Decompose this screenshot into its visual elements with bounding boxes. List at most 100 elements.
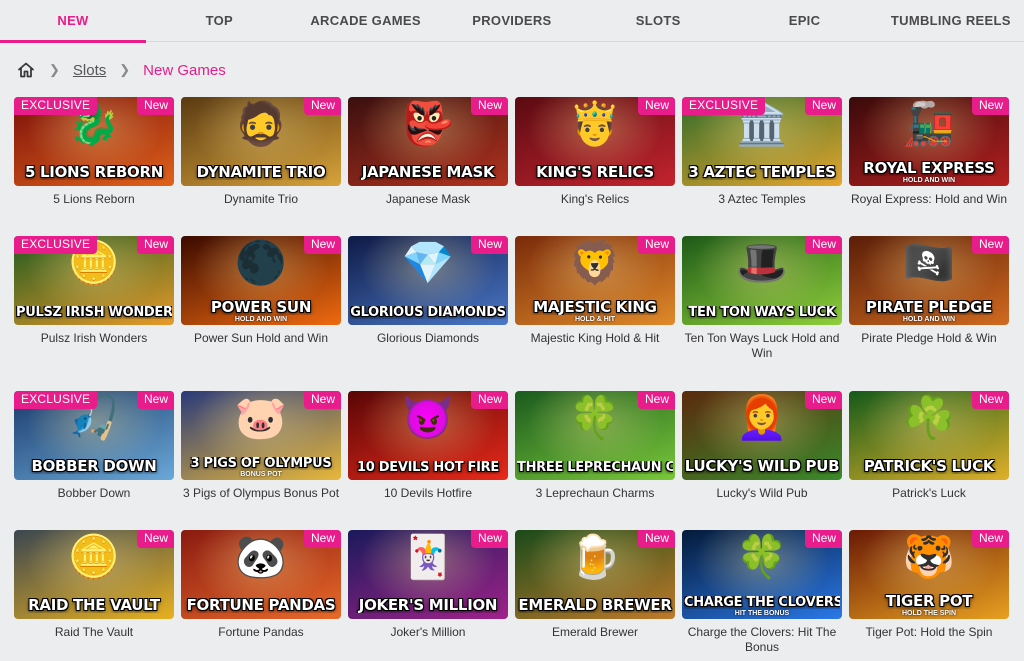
game-title[interactable]: Lucky's Wild Pub bbox=[682, 486, 842, 501]
game-title[interactable]: Fortune Pandas bbox=[181, 625, 341, 640]
game-logo: EMERALD BREWER bbox=[518, 598, 672, 613]
game-tile[interactable]: 🏛️ 3 AZTEC TEMPLES New EXCLUSIVE 3 Aztec Tem… bbox=[682, 97, 842, 207]
game-title[interactable]: Charge the Clovers: Hit The Bonus bbox=[682, 625, 842, 655]
game-title[interactable]: 3 Pigs of Olympus Bonus Pot bbox=[181, 486, 341, 501]
tab-tumbling-reels[interactable]: TUMBLING REELS bbox=[878, 0, 1024, 42]
game-thumbnail[interactable]: 🌑 POWER SUN HOLD AND WIN New bbox=[181, 236, 341, 325]
game-title[interactable]: Pirate Pledge Hold & Win bbox=[849, 331, 1009, 346]
tab-top[interactable]: TOP bbox=[146, 0, 292, 42]
game-title[interactable]: King's Relics bbox=[515, 192, 675, 207]
game-tile[interactable]: 🐯 TIGER POT HOLD THE SPIN New Tiger Pot: Hol… bbox=[849, 530, 1009, 640]
game-thumbnail[interactable]: ☘️ PATRICK'S LUCK New bbox=[849, 391, 1009, 480]
new-badge: New bbox=[470, 97, 508, 115]
game-art-icon: 🐷 bbox=[234, 394, 288, 441]
game-tile[interactable]: 🐷 3 PIGS OF OLYMPUS BONUS POT New 3 Pigs of … bbox=[181, 391, 341, 501]
new-badge: New bbox=[804, 236, 842, 254]
game-thumbnail[interactable]: 🐼 FORTUNE PANDAS New bbox=[181, 530, 341, 619]
tab-slots[interactable]: SLOTS bbox=[585, 0, 731, 42]
game-tile[interactable]: 🏴‍☠️ PIRATE PLEDGE HOLD AND WIN New Pirate P… bbox=[849, 236, 1009, 346]
game-title[interactable]: 10 Devils Hotfire bbox=[348, 486, 508, 501]
exclusive-badge: EXCLUSIVE bbox=[14, 391, 98, 409]
game-title[interactable]: 3 Aztec Temples bbox=[682, 192, 842, 207]
game-logo-subtitle: HOLD AND WIN bbox=[234, 316, 288, 323]
game-art-icon: 🍀 bbox=[735, 533, 789, 580]
game-title[interactable]: Bobber Down bbox=[14, 486, 174, 501]
game-thumbnail[interactable]: 💎 GLORIOUS DIAMONDS New bbox=[348, 236, 508, 325]
new-badge: New bbox=[971, 391, 1009, 409]
game-art-icon: 🃏 bbox=[401, 533, 455, 580]
game-tile[interactable]: 🍀 THREE LEPRECHAUN CHARMS New 3 Leprechaun … bbox=[515, 391, 675, 501]
game-title[interactable]: Ten Ton Ways Luck Hold and Win bbox=[682, 331, 842, 361]
chevron-right-icon: ❯ bbox=[49, 62, 60, 77]
tab-providers[interactable]: PROVIDERS bbox=[439, 0, 585, 42]
game-tile[interactable]: 🤴 KING'S RELICS New King's Relics bbox=[515, 97, 675, 207]
game-tile[interactable]: 🍺 EMERALD BREWER New Emerald Brewer bbox=[515, 530, 675, 640]
game-thumbnail[interactable]: 🐯 TIGER POT HOLD THE SPIN New bbox=[849, 530, 1009, 619]
game-tile[interactable]: 🌑 POWER SUN HOLD AND WIN New Power Sun Hold … bbox=[181, 236, 341, 346]
game-tile[interactable]: 🦁 MAJESTIC KING HOLD & HIT New Majestic King… bbox=[515, 236, 675, 346]
home-icon[interactable] bbox=[16, 60, 36, 80]
game-tile[interactable]: 🪙 RAID THE VAULT New Raid The Vault bbox=[14, 530, 174, 640]
game-title[interactable]: Raid The Vault bbox=[14, 625, 174, 640]
game-title[interactable]: Power Sun Hold and Win bbox=[181, 331, 341, 346]
game-title[interactable]: Dynamite Trio bbox=[181, 192, 341, 207]
tab-arcade-games[interactable]: ARCADE GAMES bbox=[293, 0, 439, 42]
game-title[interactable]: Tiger Pot: Hold the Spin bbox=[849, 625, 1009, 640]
game-thumbnail[interactable]: 🍀 THREE LEPRECHAUN CHARMS New bbox=[515, 391, 675, 480]
game-thumbnail[interactable]: 🤴 KING'S RELICS New bbox=[515, 97, 675, 186]
game-thumbnail[interactable]: 🧔 DYNAMITE TRIO New bbox=[181, 97, 341, 186]
new-badge: New bbox=[303, 236, 341, 254]
game-title[interactable]: Majestic King Hold & Hit bbox=[515, 331, 675, 346]
game-tile[interactable]: 👺 JAPANESE MASK New Japanese Mask bbox=[348, 97, 508, 207]
game-tile[interactable]: 🚂 ROYAL EXPRESS HOLD AND WIN New Royal Expre… bbox=[849, 97, 1009, 207]
new-badge: New bbox=[303, 97, 341, 115]
new-badge: New bbox=[136, 530, 174, 548]
game-tile[interactable]: 🐉 5 LIONS REBORN New EXCLUSIVE 5 Lions Rebor… bbox=[14, 97, 174, 207]
game-tile[interactable]: 🐼 FORTUNE PANDAS New Fortune Pandas bbox=[181, 530, 341, 640]
game-thumbnail[interactable]: 🏛️ 3 AZTEC TEMPLES New EXCLUSIVE bbox=[682, 97, 842, 186]
game-tile[interactable]: 🪙 PULSZ IRISH WONDERS New EXCLUSIVE Pulsz Ir… bbox=[14, 236, 174, 346]
game-thumbnail[interactable]: 🦁 MAJESTIC KING HOLD & HIT New bbox=[515, 236, 675, 325]
game-thumbnail[interactable]: 😈 10 DEVILS HOT FIRE New bbox=[348, 391, 508, 480]
game-title[interactable]: Patrick's Luck bbox=[849, 486, 1009, 501]
game-thumbnail[interactable]: 🐉 5 LIONS REBORN New EXCLUSIVE bbox=[14, 97, 174, 186]
game-thumbnail[interactable]: 🎣 BOBBER DOWN New EXCLUSIVE bbox=[14, 391, 174, 480]
game-title[interactable]: 3 Leprechaun Charms bbox=[515, 486, 675, 501]
game-thumbnail[interactable]: 🐷 3 PIGS OF OLYMPUS BONUS POT New bbox=[181, 391, 341, 480]
game-title[interactable]: 5 Lions Reborn bbox=[14, 192, 174, 207]
breadcrumb-slots-link[interactable]: Slots bbox=[73, 62, 106, 79]
game-title[interactable]: Pulsz Irish Wonders bbox=[14, 331, 174, 346]
game-title[interactable]: Emerald Brewer bbox=[515, 625, 675, 640]
game-logo: JAPANESE MASK bbox=[361, 165, 495, 180]
game-tile[interactable]: 🃏 JOKER'S MILLION New Joker's Million bbox=[348, 530, 508, 640]
tab-epic[interactable]: EPIC bbox=[732, 0, 878, 42]
game-thumbnail[interactable]: 🪙 RAID THE VAULT New bbox=[14, 530, 174, 619]
game-thumbnail[interactable]: 🎩 TEN TON WAYS LUCK New bbox=[682, 236, 842, 325]
game-tile[interactable]: 🍀 CHARGE THE CLOVERS HIT THE BONUS New Charg… bbox=[682, 530, 842, 655]
game-thumbnail[interactable]: 👺 JAPANESE MASK New bbox=[348, 97, 508, 186]
category-tabs: NEW TOP ARCADE GAMES PROVIDERS SLOTS EPIC TUMB… bbox=[0, 0, 1024, 43]
game-logo-subtitle: HIT THE BONUS bbox=[734, 610, 790, 617]
game-thumbnail[interactable]: 🪙 PULSZ IRISH WONDERS New EXCLUSIVE bbox=[14, 236, 174, 325]
game-title[interactable]: Royal Express: Hold and Win bbox=[849, 192, 1009, 207]
game-title[interactable]: Joker's Million bbox=[348, 625, 508, 640]
new-badge: New bbox=[470, 236, 508, 254]
game-tile[interactable]: 😈 10 DEVILS HOT FIRE New 10 Devils Hotfire bbox=[348, 391, 508, 501]
game-title[interactable]: Japanese Mask bbox=[348, 192, 508, 207]
game-thumbnail[interactable]: 🚂 ROYAL EXPRESS HOLD AND WIN New bbox=[849, 97, 1009, 186]
game-thumbnail[interactable]: 👩‍🦰 LUCKY'S WILD PUB New bbox=[682, 391, 842, 480]
game-tile[interactable]: 🎩 TEN TON WAYS LUCK New Ten Ton Ways Luck H… bbox=[682, 236, 842, 361]
game-tile[interactable]: 💎 GLORIOUS DIAMONDS New Glorious Diamonds bbox=[348, 236, 508, 346]
game-title[interactable]: Glorious Diamonds bbox=[348, 331, 508, 346]
game-thumbnail[interactable]: 🃏 JOKER'S MILLION New bbox=[348, 530, 508, 619]
game-thumbnail[interactable]: 🏴‍☠️ PIRATE PLEDGE HOLD AND WIN New bbox=[849, 236, 1009, 325]
game-tile[interactable]: 🎣 BOBBER DOWN New EXCLUSIVE Bobber Down bbox=[14, 391, 174, 501]
game-tile[interactable]: 🧔 DYNAMITE TRIO New Dynamite Trio bbox=[181, 97, 341, 207]
tab-new[interactable]: NEW bbox=[0, 0, 146, 43]
game-logo: CHARGE THE CLOVERS bbox=[684, 596, 840, 609]
game-thumbnail[interactable]: 🍀 CHARGE THE CLOVERS HIT THE BONUS New bbox=[682, 530, 842, 619]
game-tile[interactable]: 👩‍🦰 LUCKY'S WILD PUB New Lucky's Wild Pub bbox=[682, 391, 842, 501]
game-tile[interactable]: ☘️ PATRICK'S LUCK New Patrick's Luck bbox=[849, 391, 1009, 501]
game-thumbnail[interactable]: 🍺 EMERALD BREWER New bbox=[515, 530, 675, 619]
game-logo: PULSZ IRISH WONDERS bbox=[16, 306, 172, 319]
